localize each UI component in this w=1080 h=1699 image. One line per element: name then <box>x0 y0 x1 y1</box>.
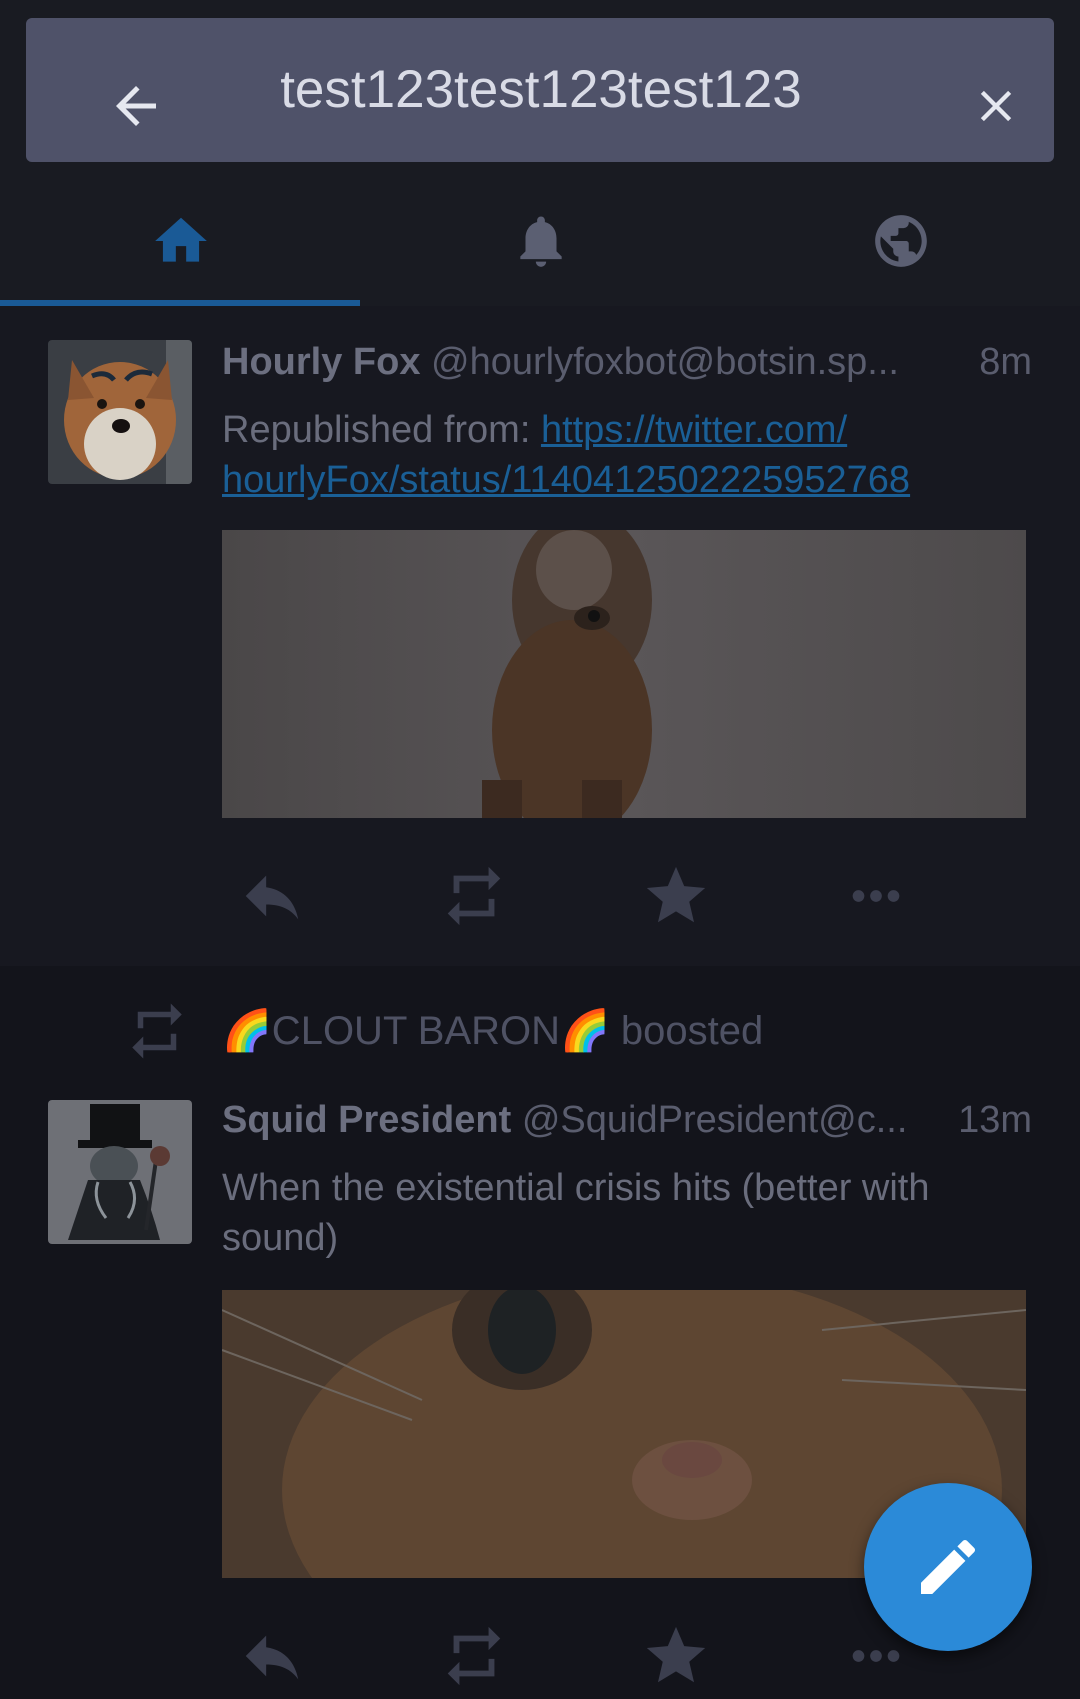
search-query-text[interactable]: test123test123test123 <box>176 18 906 162</box>
star-icon[interactable] <box>636 1616 716 1696</box>
status-link[interactable]: https://twitter.com/ <box>541 409 847 451</box>
account-handle[interactable]: @SquidPresident@c... <box>522 1099 908 1141</box>
account-handle[interactable]: @hourlyfoxbot@botsin.sp... <box>431 341 899 383</box>
status-author[interactable]: Hourly Fox @hourlyfoxbot@botsin.sp... <box>222 337 1032 387</box>
boost-icon[interactable] <box>434 1616 514 1696</box>
search-bar: test123test123test123 <box>26 18 1054 162</box>
content-text: Republished from: <box>222 409 541 451</box>
status-item[interactable]: Hourly Fox @hourlyfoxbot@botsin.sp... 8m… <box>0 306 1080 966</box>
avatar[interactable] <box>48 340 192 484</box>
globe-icon <box>875 215 927 267</box>
tab-bar <box>0 186 1080 306</box>
tab-home[interactable] <box>0 186 360 306</box>
back-arrow-icon[interactable] <box>106 76 166 136</box>
bell-icon <box>520 216 562 267</box>
status-actions <box>222 856 1032 936</box>
status-link-continued[interactable]: hourlyFox/status/1140412502225952768 <box>222 459 910 501</box>
pencil-icon <box>921 1539 976 1594</box>
status-content: Republished from: https://twitter.com/ho… <box>222 405 1042 505</box>
boost-label[interactable]: 🌈CLOUT BARON🌈 boosted <box>222 1006 763 1056</box>
boosted-icon <box>124 998 190 1064</box>
display-name[interactable]: Squid President <box>222 1099 511 1141</box>
reply-icon[interactable] <box>232 1616 312 1696</box>
status-time: 8m <box>979 341 1032 383</box>
tab-notifications[interactable] <box>360 186 720 306</box>
star-icon[interactable] <box>636 856 716 936</box>
more-icon[interactable] <box>836 856 916 936</box>
close-icon[interactable] <box>970 80 1022 132</box>
status-author[interactable]: Squid President @SquidPresident@c... <box>222 1095 1032 1145</box>
boost-icon[interactable] <box>434 856 514 936</box>
display-name[interactable]: Hourly Fox <box>222 341 420 383</box>
compose-button[interactable] <box>864 1483 1032 1651</box>
home-icon <box>155 217 207 262</box>
reply-icon[interactable] <box>232 856 312 936</box>
media-attachment-fox[interactable] <box>222 530 1026 818</box>
avatar[interactable] <box>48 1100 192 1244</box>
tab-federated[interactable] <box>720 186 1080 306</box>
status-content: When the existential crisis hits (better… <box>222 1167 930 1259</box>
status-time: 13m <box>958 1099 1032 1141</box>
